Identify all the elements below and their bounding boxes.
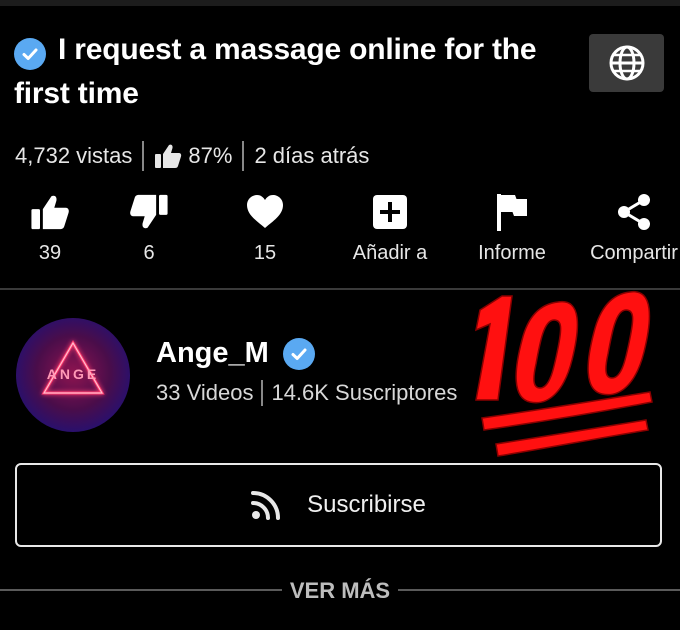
plus-box-icon: [373, 195, 407, 229]
language-button[interactable]: [589, 34, 664, 92]
rating-thumb-icon: [154, 143, 182, 169]
subscribe-button[interactable]: Suscribirse: [15, 463, 662, 547]
stats-separator: [142, 141, 145, 171]
dislike-count: 6: [143, 242, 155, 264]
view-count: 4,732 vistas: [15, 143, 133, 168]
channel-stats: 33 Videos 14.6K Suscriptores: [156, 380, 457, 406]
report-label: Informe: [478, 242, 546, 264]
see-more-row[interactable]: VER MÁS: [0, 572, 680, 608]
stats-separator: [261, 380, 264, 406]
channel-avatar[interactable]: ANGE: [16, 318, 130, 432]
globe-icon: [609, 45, 644, 81]
video-stats: 4,732 vistas 87% 2 días atrás: [15, 140, 369, 172]
favorite-count: 15: [253, 242, 277, 264]
see-more-button[interactable]: VER MÁS: [0, 578, 680, 604]
subscribe-label: Suscribirse: [307, 491, 426, 518]
action-bar: 39 6 15 Añadir a Informe Compartir: [0, 190, 680, 270]
avatar-brand-text: ANGE: [46, 366, 100, 382]
flag-icon: [497, 194, 527, 231]
thumbs-up-icon: [31, 195, 69, 230]
favorite-button[interactable]: 15: [205, 190, 325, 265]
verified-check-icon: [14, 38, 46, 70]
channel-name-row[interactable]: Ange_M: [156, 337, 315, 370]
hundred-points-emoji: [474, 291, 653, 457]
share-icon: [618, 194, 650, 230]
share-label: Compartir: [590, 242, 678, 264]
share-button[interactable]: Compartir: [574, 190, 680, 265]
top-edge: [0, 0, 680, 6]
add-to-button[interactable]: Añadir a: [330, 190, 450, 265]
report-button[interactable]: Informe: [452, 190, 572, 265]
thumbs-down-icon: [130, 194, 168, 229]
video-title: I request a massage online for the first…: [14, 33, 537, 110]
upload-age: 2 días atrás: [254, 143, 370, 168]
video-title-row: I request a massage online for the first…: [14, 28, 574, 116]
channel-name[interactable]: Ange_M: [156, 337, 269, 370]
rss-icon: [251, 490, 281, 520]
video-count: 33 Videos: [156, 380, 254, 405]
verified-check-icon: [282, 337, 315, 370]
rating-percent: 87%: [188, 143, 233, 168]
dislike-button[interactable]: 6: [89, 190, 209, 265]
subscriber-count: 14.6K Suscriptores: [271, 380, 458, 405]
heart-icon: [247, 195, 283, 228]
add-to-label: Añadir a: [352, 242, 428, 264]
stats-separator: [242, 141, 245, 171]
